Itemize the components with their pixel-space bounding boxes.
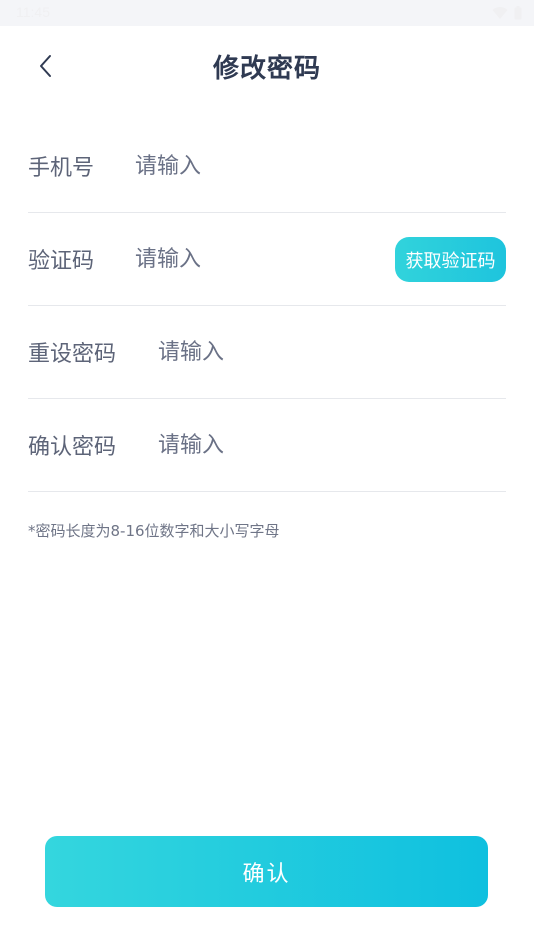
get-code-button[interactable]: 获取验证码 bbox=[395, 237, 506, 282]
phone-input[interactable] bbox=[135, 146, 506, 186]
battery-icon bbox=[514, 5, 522, 24]
wifi-icon bbox=[492, 5, 508, 24]
new-password-label: 重设密码 bbox=[28, 342, 117, 367]
code-label: 验证码 bbox=[28, 249, 95, 274]
password-hint: *密码长度为8-16位数字和大小写字母 bbox=[28, 522, 280, 540]
new-password-row: 重设密码 bbox=[28, 306, 506, 399]
header: 修改密码 bbox=[0, 26, 534, 106]
status-bar: 11:45 bbox=[0, 0, 534, 26]
confirm-button[interactable]: 确认 bbox=[45, 836, 488, 907]
phone-row: 手机号 bbox=[28, 120, 506, 213]
new-password-input[interactable] bbox=[158, 332, 506, 372]
confirm-password-label: 确认密码 bbox=[28, 435, 117, 460]
change-password-form: 手机号 验证码 获取验证码 重设密码 确认密码 bbox=[28, 120, 506, 492]
confirm-password-input[interactable] bbox=[158, 425, 506, 465]
status-time: 11:45 bbox=[16, 4, 50, 20]
code-row: 验证码 获取验证码 bbox=[28, 213, 506, 306]
status-icons bbox=[492, 5, 522, 24]
confirm-password-row: 确认密码 bbox=[28, 399, 506, 492]
phone-label: 手机号 bbox=[28, 156, 95, 181]
page-title: 修改密码 bbox=[212, 54, 321, 84]
